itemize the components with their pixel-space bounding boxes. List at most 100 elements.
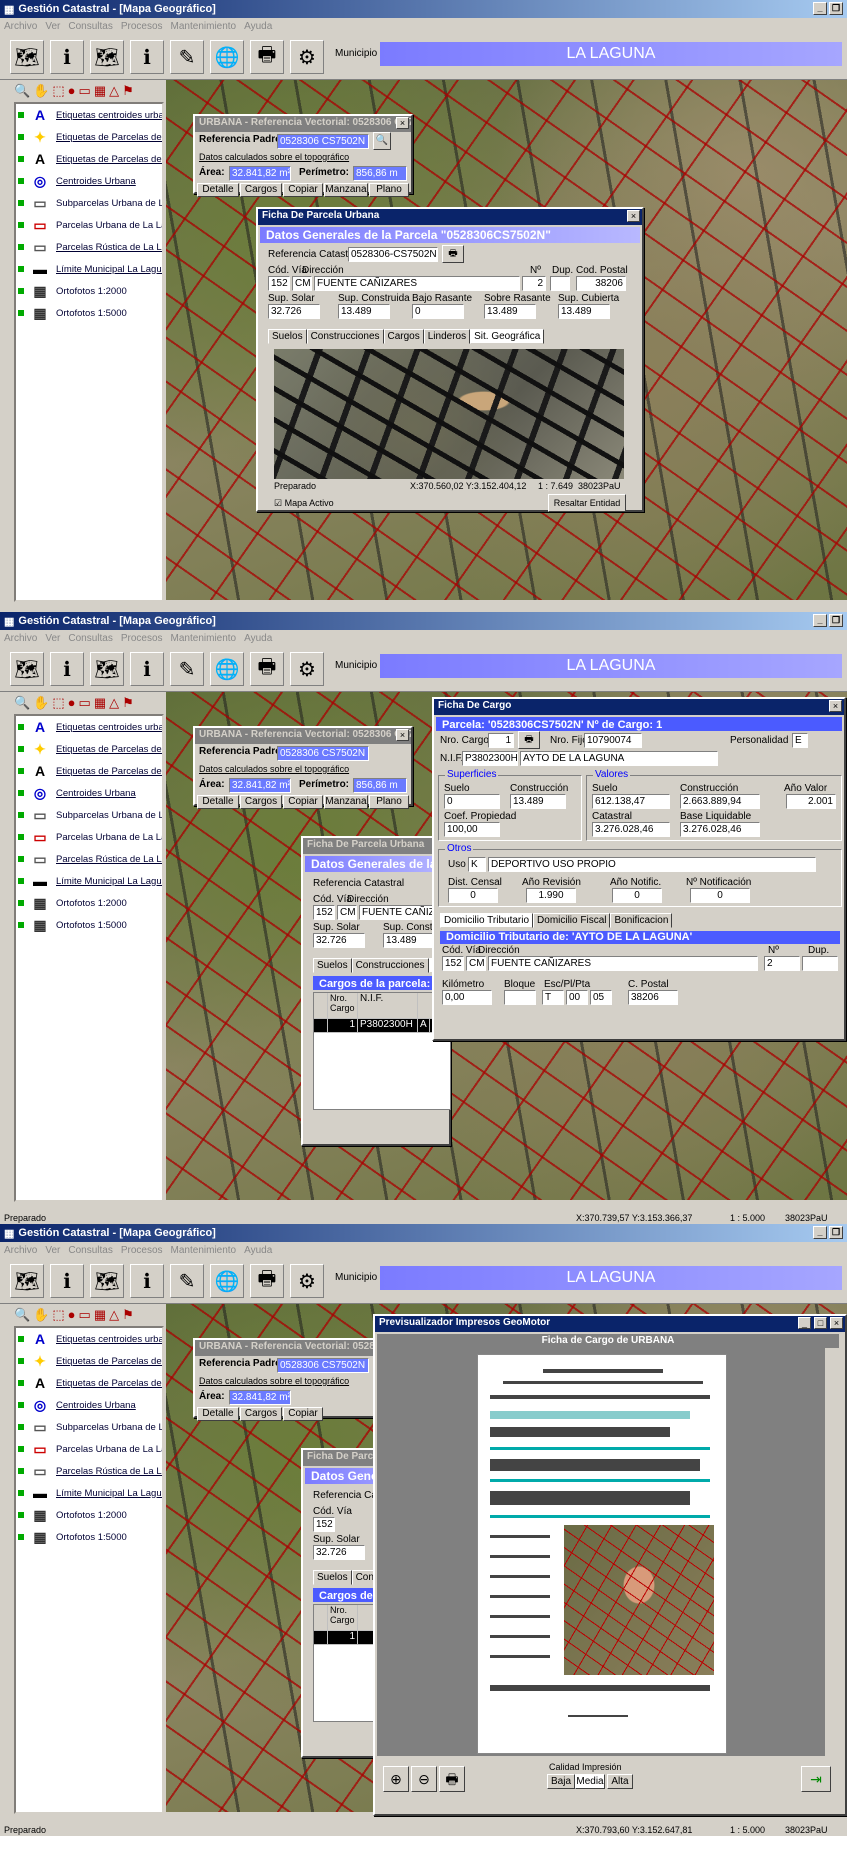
menu-mantenimiento[interactable]: Mantenimiento <box>171 1245 237 1256</box>
zoom-icon[interactable]: 🔍 <box>14 83 30 99</box>
tool-print-icon[interactable]: 🖶 <box>250 40 284 74</box>
tool-info-icon[interactable]: ℹ <box>50 1264 84 1298</box>
pan-icon[interactable]: ✋ <box>33 83 49 99</box>
print-icon[interactable]: 🖶 <box>518 731 540 749</box>
layer-item[interactable]: ▭ Subparcelas Urbana de La <box>16 192 162 214</box>
tab-suelos[interactable]: Suelos <box>313 958 352 973</box>
select-icon[interactable]: ⬚ <box>52 1307 64 1323</box>
copiar-button[interactable]: Copiar <box>283 1407 323 1421</box>
close-icon[interactable]: × <box>396 117 409 129</box>
tool-edit-icon[interactable]: ✎ <box>170 652 204 686</box>
layer-item[interactable]: ▭ Subparcelas Urbana de La <box>16 1416 162 1438</box>
menu-ver[interactable]: Ver <box>45 21 60 32</box>
layer-item[interactable]: ▬ Límite Municipal La Laguna <box>16 1482 162 1504</box>
menu-procesos[interactable]: Procesos <box>121 1245 163 1256</box>
measure-icon[interactable]: △ <box>109 83 119 99</box>
close-icon[interactable]: × <box>829 700 842 712</box>
layer-item[interactable]: ◎ Centroides Urbana <box>16 1394 162 1416</box>
preview-canvas[interactable] <box>377 1348 825 1756</box>
layer-item[interactable]: ▭ Parcelas Urbana de La Lag <box>16 826 162 848</box>
layer-item[interactable]: ▦ Ortofotos 1:2000 <box>16 892 162 914</box>
layer-icon[interactable]: ▭ <box>79 1307 91 1323</box>
menu-procesos[interactable]: Procesos <box>121 21 163 32</box>
tool-settings-icon[interactable]: ⚙ <box>290 652 324 686</box>
calc-link[interactable]: Datos calculados sobre el topográfico <box>199 152 349 162</box>
restore-button[interactable]: ❐ <box>829 614 843 627</box>
select-icon[interactable]: ⬚ <box>52 83 64 99</box>
calc-link[interactable]: Datos calculados sobre el topográfico <box>199 1376 349 1386</box>
plano-button[interactable]: Plano <box>369 183 409 197</box>
tool-map2-icon[interactable]: 🗺 <box>90 652 124 686</box>
zoom-out-icon[interactable]: ⊖ <box>411 1766 437 1792</box>
tool-settings-icon[interactable]: ⚙ <box>290 1264 324 1298</box>
calc-link[interactable]: Datos calculados sobre el topográfico <box>199 764 349 774</box>
layer-item[interactable]: ✦ Etiquetas de Parcelas de Ur <box>16 126 162 148</box>
info-icon[interactable]: ● <box>68 1307 76 1323</box>
copiar-button[interactable]: Copiar <box>283 183 323 197</box>
layer-item[interactable]: A Etiquetas centroides urbana <box>16 716 162 738</box>
plano-button[interactable]: Plano <box>369 795 409 809</box>
ref-field[interactable]: 0528306 CS7502N <box>277 746 369 761</box>
layer-item[interactable]: ▦ Ortofotos 1:5000 <box>16 914 162 936</box>
tab-cargos[interactable]: Cargos <box>383 329 424 344</box>
flag-icon[interactable]: ⚑ <box>122 1307 134 1323</box>
cargos-button[interactable]: Cargos <box>240 795 282 809</box>
tool-info-icon[interactable]: ℹ <box>50 40 84 74</box>
restore-button[interactable]: ❐ <box>829 1226 843 1239</box>
menu-mantenimiento[interactable]: Mantenimiento <box>171 633 237 644</box>
detalle-button[interactable]: Detalle <box>197 795 239 809</box>
pan-icon[interactable]: ✋ <box>33 695 49 711</box>
layer-item[interactable]: A Etiquetas de Parcelas de Rú <box>16 148 162 170</box>
layer-item[interactable]: A Etiquetas centroides urbana <box>16 1328 162 1350</box>
layer-item[interactable]: ▭ Subparcelas Urbana de La <box>16 804 162 826</box>
menu-consultas[interactable]: Consultas <box>68 633 112 644</box>
menu-mantenimiento[interactable]: Mantenimiento <box>171 21 237 32</box>
select-icon[interactable]: ⬚ <box>52 695 64 711</box>
menu-ver[interactable]: Ver <box>45 633 60 644</box>
layer-item[interactable]: ▬ Límite Municipal La Laguna <box>16 870 162 892</box>
tool-info2-icon[interactable]: ℹ <box>130 1264 164 1298</box>
copiar-button[interactable]: Copiar <box>283 795 323 809</box>
aerial-image[interactable] <box>274 349 624 479</box>
pan-icon[interactable]: ✋ <box>33 1307 49 1323</box>
tab-suelos[interactable]: Suelos <box>268 329 307 344</box>
menu-consultas[interactable]: Consultas <box>68 1245 112 1256</box>
alta-button[interactable]: Alta <box>607 1774 633 1789</box>
tab-construcciones[interactable]: Construcciones <box>306 329 384 344</box>
tab-bonificacion[interactable]: Bonificacion <box>610 913 673 928</box>
tool-map2-icon[interactable]: 🗺 <box>90 1264 124 1298</box>
tab-construcciones[interactable]: Construcciones <box>351 958 429 973</box>
grid-icon[interactable]: ▦ <box>94 1307 106 1323</box>
layer-item[interactable]: ▭ Parcelas Rústica de La Lag <box>16 1460 162 1482</box>
layer-item[interactable]: ◎ Centroides Urbana <box>16 170 162 192</box>
layer-item[interactable]: A Etiquetas de Parcelas de Rú <box>16 1372 162 1394</box>
table-row[interactable]: 1 P3802300H A <box>314 1019 450 1033</box>
mapa-activo-checkbox[interactable]: ☑ Mapa Activo <box>274 498 334 509</box>
measure-icon[interactable]: △ <box>109 1307 119 1323</box>
tool-edit-icon[interactable]: ✎ <box>170 1264 204 1298</box>
menu-ayuda[interactable]: Ayuda <box>244 633 272 644</box>
ref-field[interactable]: 0528306 CS7502N <box>277 1358 369 1373</box>
layer-item[interactable]: ▦ Ortofotos 1:2000 <box>16 280 162 302</box>
layer-item[interactable]: ▬ Límite Municipal La Laguna <box>16 258 162 280</box>
tab-domicilio-tributario[interactable]: Domicilio Tributario <box>440 913 534 928</box>
maximize-icon[interactable]: □ <box>814 1317 827 1329</box>
tool-print-icon[interactable]: 🖶 <box>250 652 284 686</box>
exit-icon[interactable]: ⇥ <box>801 1766 831 1792</box>
resaltar-button[interactable]: Resaltar Entidad <box>548 494 626 512</box>
tool-globe-icon[interactable]: 🌐 <box>210 40 244 74</box>
tab-sit-geografica[interactable]: Sit. Geográfica <box>470 329 545 344</box>
zoom-icon[interactable]: 🔍 <box>14 1307 30 1323</box>
tool-print-icon[interactable]: 🖶 <box>250 1264 284 1298</box>
menu-archivo[interactable]: Archivo <box>4 21 37 32</box>
close-icon[interactable]: × <box>627 210 640 222</box>
minimize-button[interactable]: _ <box>813 614 827 627</box>
info-icon[interactable]: ● <box>68 695 76 711</box>
grid-icon[interactable]: ▦ <box>94 695 106 711</box>
search-icon[interactable]: 🔍 <box>373 132 391 150</box>
measure-icon[interactable]: △ <box>109 695 119 711</box>
layer-item[interactable]: ▭ Parcelas Rústica de La Lag <box>16 848 162 870</box>
layer-item[interactable]: A Etiquetas centroides urbana <box>16 104 162 126</box>
menu-ayuda[interactable]: Ayuda <box>244 1245 272 1256</box>
zoom-in-icon[interactable]: ⊕ <box>383 1766 409 1792</box>
